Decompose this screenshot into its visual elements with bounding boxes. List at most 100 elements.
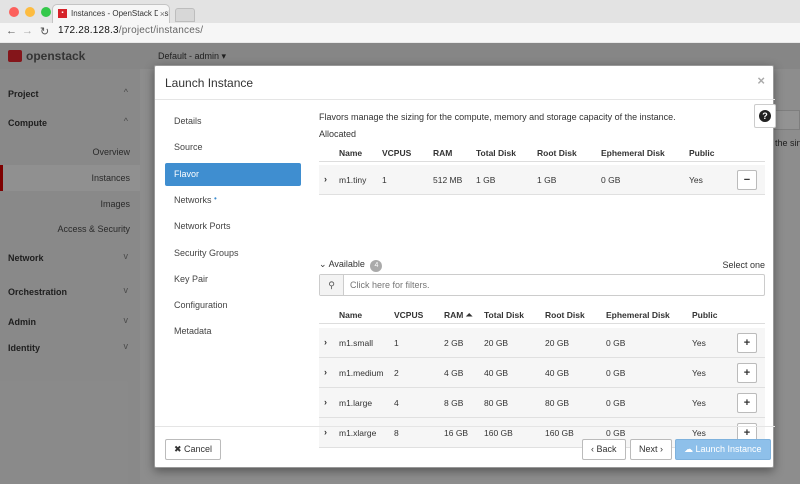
flavor-vcpus: 2 — [394, 368, 399, 378]
allocated-label: Allocated — [319, 129, 357, 139]
flavor-root-disk: 80 GB — [545, 398, 570, 408]
flavor-vcpus: 4 — [394, 398, 399, 408]
col-public: Public — [689, 148, 715, 158]
search-icon: ⚲ — [320, 275, 344, 295]
col-root-disk[interactable]: Root Disk — [545, 310, 585, 320]
maximize-window-button[interactable] — [41, 7, 51, 17]
flavor-root-disk: 40 GB — [545, 368, 570, 378]
flavor-public: Yes — [689, 175, 703, 185]
tab-title: Instances - OpenStack Dashboard — [71, 9, 169, 18]
url-host: 172.28.128.3 — [58, 25, 119, 36]
table-row: › m1.tiny 1 512 MB 1 GB 1 GB 0 GB Yes − — [319, 165, 765, 195]
flavor-ram: 4 GB — [444, 368, 464, 378]
flavor-name: m1.tiny — [339, 175, 367, 185]
window-controls — [9, 7, 51, 17]
back-arrow-icon[interactable]: ← — [6, 25, 17, 37]
col-vcpus[interactable]: VCPUS — [394, 310, 423, 320]
col-name[interactable]: Name — [339, 310, 362, 320]
chevron-right-icon[interactable]: › — [324, 367, 327, 377]
step-source[interactable]: Source — [165, 136, 301, 159]
new-tab-button[interactable] — [175, 8, 195, 22]
flavor-description: Flavors manage the sizing for the comput… — [319, 112, 676, 122]
next-button[interactable]: Next › — [630, 439, 673, 460]
col-public[interactable]: Public — [692, 310, 718, 320]
chevron-down-icon: ⌄ — [319, 259, 327, 269]
flavor-root-disk: 1 GB — [537, 175, 557, 185]
step-metadata[interactable]: Metadata — [165, 320, 301, 343]
col-root-disk: Root Disk — [537, 148, 577, 158]
flavor-name: m1.small — [339, 338, 374, 348]
table-row: › m1.medium 2 4 GB 40 GB 40 GB 0 GB Yes … — [319, 358, 765, 388]
chevron-right-icon[interactable]: › — [324, 337, 327, 347]
available-header: ⌄ Available 4 Select one — [319, 259, 765, 273]
required-indicator: • — [214, 194, 217, 203]
tab-close-icon[interactable]: × — [157, 5, 165, 23]
flavor-total-disk: 80 GB — [484, 398, 509, 408]
step-network-ports[interactable]: Network Ports — [165, 215, 301, 238]
openstack-favicon-icon: ▪ — [58, 9, 67, 18]
flavor-ram: 2 GB — [444, 338, 464, 348]
flavor-public: Yes — [692, 338, 706, 348]
step-details[interactable]: Details — [165, 110, 301, 133]
address-bar-row: ← → ↻ 172.28.128.3/project/instances/ — [0, 23, 800, 42]
col-total-disk[interactable]: Total Disk — [484, 310, 524, 320]
step-flavor[interactable]: Flavor — [165, 163, 301, 186]
cancel-button[interactable]: ✖ Cancel — [165, 439, 222, 460]
flavor-ram: 512 MB — [433, 175, 463, 185]
browser-tab[interactable]: ▪ Instances - OpenStack Dashboard × — [52, 4, 170, 23]
close-icon[interactable]: × — [757, 73, 765, 88]
question-icon: ? — [759, 110, 771, 122]
col-ephemeral-disk: Ephemeral Disk — [601, 148, 665, 158]
available-count-badge: 4 — [370, 260, 383, 272]
url-path: /project/instances/ — [118, 25, 204, 36]
forward-arrow-icon[interactable]: → — [22, 25, 33, 37]
step-networks[interactable]: Networks • — [165, 189, 301, 212]
flavor-ram: 8 GB — [444, 398, 464, 408]
step-security-groups[interactable]: Security Groups — [165, 242, 301, 265]
modal-title: Launch Instance — [165, 76, 254, 90]
step-label: Networks — [174, 195, 212, 205]
available-table-header: Name VCPUS RAM ⏶ Total Disk Root Disk Ep… — [319, 304, 765, 324]
browser-chrome: ▪ Instances - OpenStack Dashboard × ← → … — [0, 0, 800, 42]
flavor-vcpus: 1 — [382, 175, 387, 185]
flavor-name: m1.medium — [339, 368, 384, 378]
filter-input[interactable] — [350, 280, 750, 290]
available-toggle[interactable]: ⌄ Available 4 — [319, 259, 383, 272]
reload-icon[interactable]: ↻ — [40, 25, 49, 38]
flavor-total-disk: 20 GB — [484, 338, 509, 348]
flavor-public: Yes — [692, 368, 706, 378]
col-name: Name — [339, 148, 363, 158]
flavor-root-disk: 20 GB — [545, 338, 570, 348]
minimize-window-button[interactable] — [25, 7, 35, 17]
flavor-total-disk: 40 GB — [484, 368, 509, 378]
filter-bar: ⚲ — [319, 274, 765, 296]
allocate-button[interactable]: + — [737, 363, 757, 383]
launch-instance-button[interactable]: ☁ Launch Instance — [675, 439, 771, 460]
modal-footer: ✖ Cancel ‹ Back Next › ☁ Launch Instance — [155, 426, 775, 469]
col-ram-sorted[interactable]: RAM ⏶ — [444, 310, 473, 321]
col-ram: RAM — [433, 148, 453, 158]
back-button[interactable]: ‹ Back — [582, 439, 626, 460]
step-configuration[interactable]: Configuration — [165, 294, 301, 317]
col-ephemeral-disk[interactable]: Ephemeral Disk — [606, 310, 670, 320]
launch-instance-modal: Launch Instance × Details Source Flavor … — [154, 65, 776, 469]
col-vcpus: VCPUS — [382, 148, 412, 158]
flavor-total-disk: 1 GB — [476, 175, 496, 185]
allocate-button[interactable]: + — [737, 333, 757, 353]
flavor-ephemeral-disk: 0 GB — [606, 338, 626, 348]
flavor-public: Yes — [692, 398, 706, 408]
allocate-button[interactable]: + — [737, 393, 757, 413]
close-window-button[interactable] — [9, 7, 19, 17]
chevron-right-icon[interactable]: › — [324, 174, 327, 184]
chevron-right-icon[interactable]: › — [324, 397, 327, 407]
flavor-name: m1.large — [339, 398, 373, 408]
url-field[interactable]: 172.28.128.3/project/instances/ — [58, 25, 203, 36]
flavor-ephemeral-disk: 0 GB — [606, 398, 626, 408]
flavor-vcpus: 1 — [394, 338, 399, 348]
flavor-ephemeral-disk: 0 GB — [606, 368, 626, 378]
table-row: › m1.large 4 8 GB 80 GB 80 GB 0 GB Yes + — [319, 388, 765, 418]
deallocate-button[interactable]: − — [737, 170, 757, 190]
step-key-pair[interactable]: Key Pair — [165, 268, 301, 291]
allocated-table-header: Name VCPUS RAM Total Disk Root Disk Ephe… — [319, 142, 765, 162]
help-button[interactable]: ? — [754, 104, 776, 128]
